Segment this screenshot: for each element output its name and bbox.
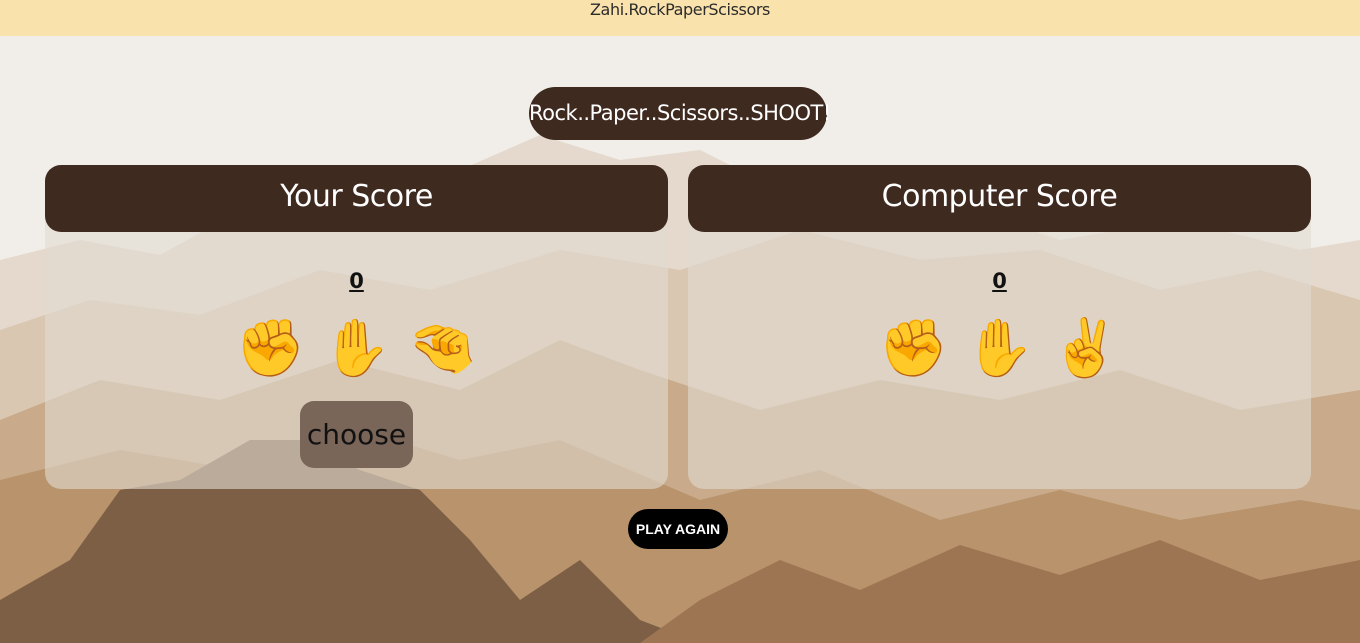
player-score-title: Your Score [45,165,668,232]
player-score-value: 0 [349,269,364,293]
rock-icon[interactable]: ✊ [228,313,314,385]
player-panel: Your Score 0 ✊ ✋ 🤏 choose [45,165,668,489]
site-brand: Zahi.RockPaperScissors [590,0,770,19]
scissors-icon[interactable]: 🤏 [400,313,486,385]
computer-panel: Computer Score 0 ✊ ✋ ✌️ [688,165,1311,489]
paper-icon: ✋ [964,316,1035,381]
paper-icon[interactable]: ✋ [314,313,400,385]
computer-score-value: 0 [992,269,1007,293]
scissors-icon: ✌️ [1050,316,1121,381]
choose-button[interactable]: choose [300,401,413,468]
computer-score-title: Computer Score [688,165,1311,232]
rock-icon: ✊ [878,316,949,381]
play-again-button[interactable]: PLAY AGAIN [628,509,728,549]
top-bar: Zahi.RockPaperScissors [0,0,1360,36]
computer-hand-options: ✊ ✋ ✌️ [688,313,1311,385]
player-hand-options: ✊ ✋ 🤏 [45,313,668,385]
game-banner: Rock..Paper..Scissors..SHOOT! [529,87,831,140]
